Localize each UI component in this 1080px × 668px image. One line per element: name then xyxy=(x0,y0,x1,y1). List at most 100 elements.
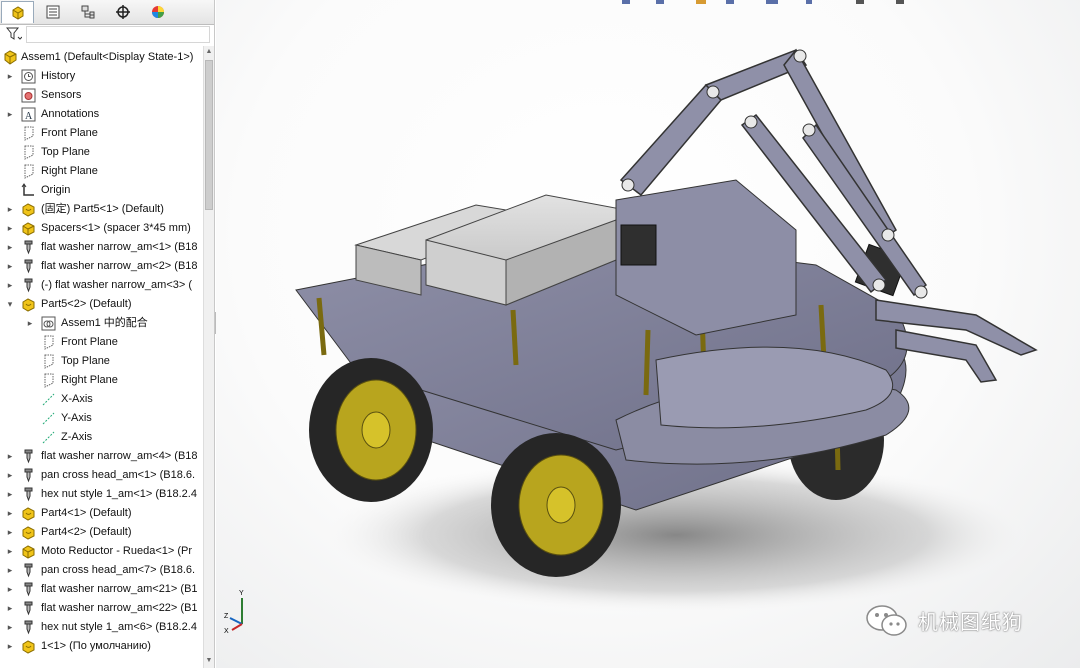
tab-display-manager[interactable] xyxy=(141,1,174,23)
tree-item[interactable]: Front Plane xyxy=(0,124,203,143)
tree-item-label: Part4<1> (Default) xyxy=(41,507,132,519)
expand-arrow-icon[interactable]: ▸ xyxy=(6,488,14,500)
expand-arrow-icon[interactable]: ▸ xyxy=(6,545,14,557)
expand-arrow-icon[interactable]: ▸ xyxy=(6,241,14,253)
tree-item[interactable]: Front Plane xyxy=(0,333,203,352)
triad-y-label: Y xyxy=(239,590,244,597)
tree-scrollbar[interactable]: ▲ ▼ xyxy=(203,46,214,668)
tree-item[interactable]: Top Plane xyxy=(0,352,203,371)
tree-item[interactable]: ▸ flat washer narrow_am<21> (B1 xyxy=(0,580,203,599)
tree-item[interactable]: ▸ Part4<2> (Default) xyxy=(0,523,203,542)
scroll-up-arrow-icon[interactable]: ▲ xyxy=(205,47,213,57)
robot-car-model[interactable] xyxy=(276,30,1066,620)
expand-arrow-icon[interactable]: ▸ xyxy=(6,564,14,576)
sensors-icon xyxy=(21,88,36,103)
history-icon xyxy=(21,69,36,84)
expand-spacer xyxy=(26,336,34,348)
expand-spacer xyxy=(26,412,34,424)
tree-root-label: Assem1 (Default<Display State-1>) xyxy=(21,51,194,63)
tree-item[interactable]: ▸ flat washer narrow_am<2> (B18 xyxy=(0,257,203,276)
expand-arrow-icon[interactable]: ▸ xyxy=(6,222,14,234)
tree-item[interactable]: Right Plane xyxy=(0,162,203,181)
toolbox-icon xyxy=(21,620,36,635)
tree-item[interactable]: ▸ Spacers<1> (spacer 3*45 mm) xyxy=(0,219,203,238)
origin-icon xyxy=(21,183,36,198)
tree-item[interactable]: Y-Axis xyxy=(0,409,203,428)
tree-filter-field[interactable] xyxy=(26,26,210,43)
tree-item[interactable]: X-Axis xyxy=(0,390,203,409)
scrollbar-thumb[interactable] xyxy=(205,60,213,210)
tree-item[interactable]: ▸ hex nut style 1_am<1> (B18.2.4 xyxy=(0,485,203,504)
tree-item[interactable]: ▸ A Annotations xyxy=(0,105,203,124)
tree-item-label: Front Plane xyxy=(61,336,118,348)
tree-item-label: Top Plane xyxy=(61,355,110,367)
tree-item[interactable]: ▸ flat washer narrow_am<1> (B18 xyxy=(0,238,203,257)
tree-item[interactable]: ▸ Part4<1> (Default) xyxy=(0,504,203,523)
plane-icon xyxy=(41,373,56,388)
tree-filter-bar xyxy=(0,25,214,45)
expand-arrow-icon[interactable]: ▸ xyxy=(6,279,14,291)
expand-arrow-icon[interactable]: ▸ xyxy=(6,583,14,595)
tab-configuration-manager[interactable] xyxy=(71,1,104,23)
plane-icon xyxy=(41,354,56,369)
plane-icon xyxy=(21,126,36,141)
expand-arrow-icon[interactable]: ▸ xyxy=(6,450,14,462)
tree-item-label: flat washer narrow_am<2> (B18 xyxy=(41,260,198,272)
expand-spacer xyxy=(6,184,14,196)
tree-item-label: 1<1> (По умолчанию) xyxy=(41,640,151,652)
triad-z-label: Z xyxy=(224,613,229,620)
tree-item[interactable]: ▸ pan cross head_am<1> (B18.6. xyxy=(0,466,203,485)
tree-item[interactable]: Right Plane xyxy=(0,371,203,390)
tree-item[interactable]: ▸ (固定) Part5<1> (Default) xyxy=(0,200,203,219)
tree-item[interactable]: ▸ (-) flat washer narrow_am<3> ( xyxy=(0,276,203,295)
panel-tab-bar xyxy=(0,0,214,25)
part-icon xyxy=(21,506,36,521)
tab-property-manager[interactable] xyxy=(36,1,69,23)
tree-item[interactable]: ▸ 1<1> (По умолчанию) xyxy=(0,637,203,656)
feature-tree: Assem1 (Default<Display State-1>) ▸ Histo… xyxy=(0,46,203,668)
tree-item[interactable]: ▸ Moto Reductor - Rueda<1> (Pr xyxy=(0,542,203,561)
expand-arrow-icon[interactable]: ▸ xyxy=(6,640,14,652)
plane-icon xyxy=(21,164,36,179)
toolbox-icon xyxy=(21,259,36,274)
expand-arrow-icon[interactable]: ▸ xyxy=(6,526,14,538)
toolbox-icon xyxy=(21,601,36,616)
expand-arrow-icon[interactable]: ▸ xyxy=(6,469,14,481)
wheel-front-left xyxy=(309,358,433,502)
tree-item[interactable]: Origin xyxy=(0,181,203,200)
tree-item[interactable]: ▾ Part5<2> (Default) xyxy=(0,295,203,314)
plane-icon xyxy=(21,145,36,160)
scroll-down-arrow-icon[interactable]: ▼ xyxy=(205,656,213,666)
filter-icon[interactable] xyxy=(5,27,23,44)
tree-item[interactable]: ▸ flat washer narrow_am<22> (B1 xyxy=(0,599,203,618)
tree-item[interactable]: Sensors xyxy=(0,86,203,105)
expand-spacer xyxy=(6,127,14,139)
expand-arrow-icon[interactable]: ▸ xyxy=(6,602,14,614)
property-manager-icon xyxy=(46,5,59,19)
tree-item[interactable]: Z-Axis xyxy=(0,428,203,447)
tree-item[interactable]: ▸ pan cross head_am<7> (B18.6. xyxy=(0,561,203,580)
expand-arrow-icon[interactable]: ▸ xyxy=(26,317,34,329)
tree-item-label: flat washer narrow_am<1> (B18 xyxy=(41,241,198,253)
tree-item[interactable]: Top Plane xyxy=(0,143,203,162)
expand-arrow-icon[interactable]: ▸ xyxy=(6,507,14,519)
tree-root-assembly[interactable]: Assem1 (Default<Display State-1>) xyxy=(0,48,203,67)
heads-up-toolbar-fragment[interactable] xyxy=(616,0,926,6)
expand-arrow-icon[interactable]: ▾ xyxy=(6,298,14,310)
tab-feature-manager[interactable] xyxy=(1,1,34,23)
expand-arrow-icon[interactable]: ▸ xyxy=(6,203,14,215)
expand-arrow-icon[interactable]: ▸ xyxy=(6,70,14,82)
expand-arrow-icon[interactable]: ▸ xyxy=(6,108,14,120)
expand-arrow-icon[interactable]: ▸ xyxy=(6,621,14,633)
expand-spacer xyxy=(6,165,14,177)
toolbox-icon xyxy=(21,468,36,483)
graphics-viewport[interactable]: Y Z X 机械图纸狗 xyxy=(216,0,1080,668)
expand-arrow-icon[interactable]: ▸ xyxy=(6,260,14,272)
tree-item[interactable]: ▸ History xyxy=(0,67,203,86)
tab-dimxpert-manager[interactable] xyxy=(106,1,139,23)
tree-item[interactable]: ▸ Assem1 中的配合 xyxy=(0,314,203,333)
expand-spacer xyxy=(26,355,34,367)
tree-item[interactable]: ▸ flat washer narrow_am<4> (B18 xyxy=(0,447,203,466)
assembly-icon xyxy=(3,50,18,65)
tree-item[interactable]: ▸ hex nut style 1_am<6> (B18.2.4 xyxy=(0,618,203,637)
